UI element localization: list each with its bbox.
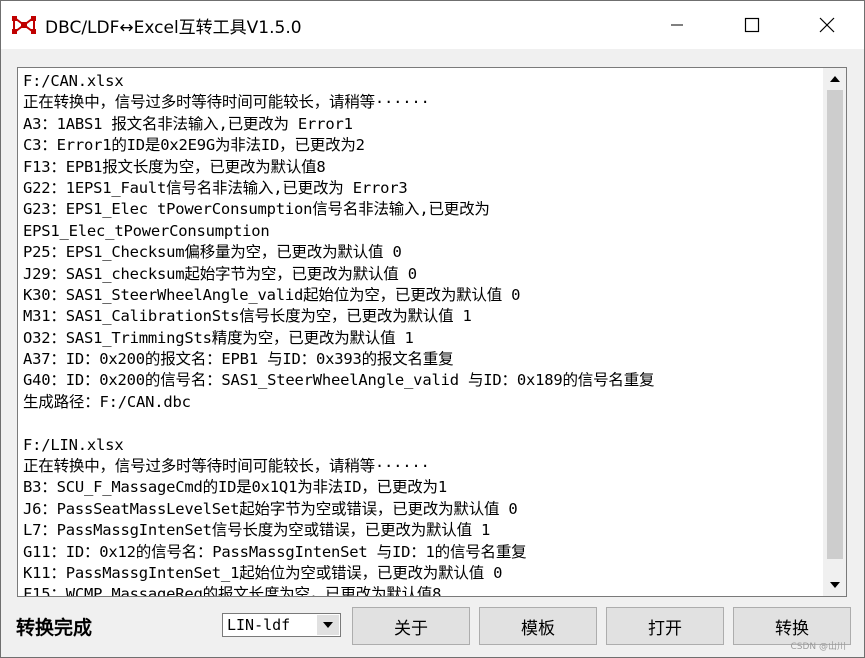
log-line: 生成路径：F:/CAN.dbc — [23, 392, 191, 411]
log-line: J6：PassSeatMassLevelSet起始字节为空或错误，已更改为默认值… — [23, 499, 518, 518]
log-line: K11：PassMassgIntenSet_1起始位为空或错误，已更改为默认值 … — [23, 563, 503, 582]
log-line: 正在转换中，信号过多时等待时间可能较长，请稍等······ — [23, 457, 430, 476]
log-line: C3：Error1的ID是0x2E9G为非法ID，已更改为2 — [23, 136, 365, 155]
log-line: J29：SAS1_checksum起始字节为空，已更改为默认值 0 — [23, 264, 417, 283]
open-button[interactable]: 打开 — [606, 607, 724, 645]
log-line: P25：EPS1_Checksum偏移量为空，已更改为默认值 0 — [23, 243, 402, 262]
log-line: B3：SCU_F_MassageCmd的ID是0x1Q1为非法ID，已更改为1 — [23, 478, 447, 497]
log-line: G40：ID：0x200的信号名：SAS1_SteerWheelAngle_va… — [23, 371, 655, 390]
log-line: F13：EPB1报文长度为空，已更改为默认值8 — [23, 157, 326, 176]
status-label: 转换完成 — [16, 617, 93, 639]
about-button[interactable]: 关于 — [352, 607, 470, 645]
scroll-down-button[interactable] — [824, 574, 846, 596]
window-title: DBC/LDF↔Excel互转工具V1.5.0 — [45, 18, 302, 38]
title-bar[interactable]: DBC/LDF↔Excel互转工具V1.5.0 — [1, 1, 864, 49]
minimize-icon — [671, 24, 683, 26]
log-line: G11：ID：0x12的信号名：PassMassgIntenSet 与ID：1的… — [23, 542, 527, 561]
log-line: 正在转换中，信号过多时等待时间可能较长，请稍等······ — [23, 93, 430, 112]
log-line: F15：WCMP_MassageReq的报文长度为空，已更改为默认值8 — [23, 585, 442, 597]
app-network-icon — [12, 15, 36, 35]
maximize-button[interactable] — [723, 1, 781, 49]
log-line: L7：PassMassgIntenSet信号长度为空或错误，已更改为默认值 1 — [23, 521, 491, 540]
watermark: CSDN @山川 — [790, 642, 846, 652]
scroll-down-arrow-icon — [830, 582, 840, 588]
log-line: A3：1ABS1 报文名非法输入,已更改为 Error1 — [23, 114, 353, 133]
maximize-icon — [744, 17, 760, 33]
dropdown-arrow-button[interactable] — [317, 615, 339, 635]
format-select[interactable]: LIN-ldf — [222, 613, 341, 637]
format-select-value: LIN-ldf — [227, 616, 291, 634]
log-line: G22：1EPS1_Fault信号名非法输入,已更改为 Error3 — [23, 178, 408, 197]
scroll-up-button[interactable] — [824, 68, 846, 90]
close-button[interactable] — [798, 1, 856, 49]
log-line: F:/CAN.xlsx — [23, 72, 124, 90]
minimize-button[interactable] — [648, 1, 706, 49]
close-icon — [819, 17, 835, 33]
log-line: EPS1_Elec_tPowerConsumption — [23, 221, 270, 240]
log-output-textbox[interactable]: F:/CAN.xlsx 正在转换中，信号过多时等待时间可能较长，请稍等······… — [17, 67, 847, 597]
log-line: M31：SAS1_CalibrationSts信号长度为空，已更改为默认值 1 — [23, 307, 472, 326]
log-line: A37：ID：0x200的报文名：EPB1 与ID：0x393的报文名重复 — [23, 350, 454, 369]
template-button[interactable]: 模板 — [479, 607, 597, 645]
log-content: F:/CAN.xlsx 正在转换中，信号过多时等待时间可能较长，请稍等······… — [23, 71, 818, 597]
chevron-down-icon — [323, 622, 333, 628]
scroll-up-arrow-icon — [830, 76, 840, 82]
scrollbar-thumb[interactable] — [827, 90, 843, 559]
vertical-scrollbar[interactable] — [823, 68, 846, 596]
log-line: O32：SAS1_TrimmingSts精度为空，已更改为默认值 1 — [23, 328, 414, 347]
log-line: G23：EPS1_Elec tPowerConsumption信号名非法输入,已… — [23, 200, 490, 219]
log-line: F:/LIN.xlsx — [23, 435, 124, 454]
app-window: DBC/LDF↔Excel互转工具V1.5.0 F:/CAN.xlsx 正在转换中… — [0, 0, 865, 658]
log-line: K30：SAS1_SteerWheelAngle_valid起始位为空，已更改为… — [23, 285, 521, 304]
